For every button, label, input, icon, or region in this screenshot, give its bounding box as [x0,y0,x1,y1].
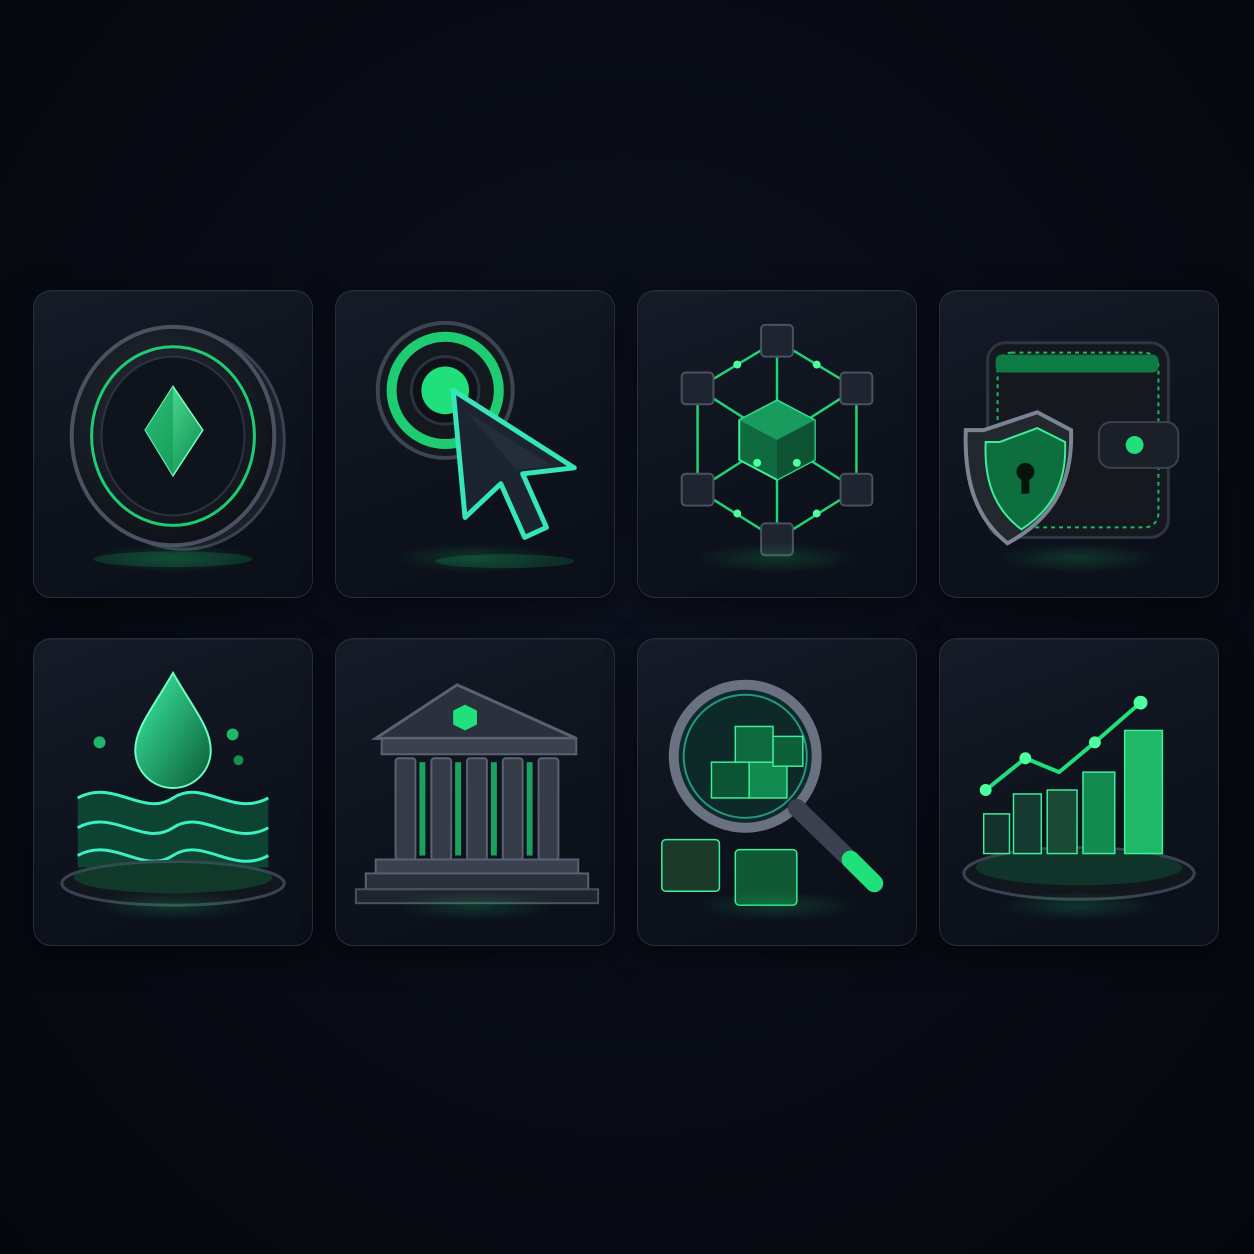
tile-growth[interactable] [939,638,1219,946]
blockchain-network-icon [680,323,874,557]
growth-chart-icon [962,695,1196,901]
tile-coin[interactable] [33,290,313,598]
tile-liquidity[interactable] [33,638,313,946]
center-block [738,399,816,481]
coin-icon [69,324,286,568]
tile-blockchain[interactable] [637,290,917,598]
liquidity-drop-icon [60,670,286,907]
tile-bank[interactable] [335,638,615,946]
icon-grid [33,290,1221,950]
bank-building-icon [354,683,600,905]
tile-wallet[interactable] [939,290,1219,598]
tile-cursor[interactable] [335,290,615,598]
block-search-icon [661,679,884,906]
tile-search[interactable] [637,638,917,946]
cursor-click-icon [375,320,577,569]
wallet-shield-icon [963,341,1180,546]
